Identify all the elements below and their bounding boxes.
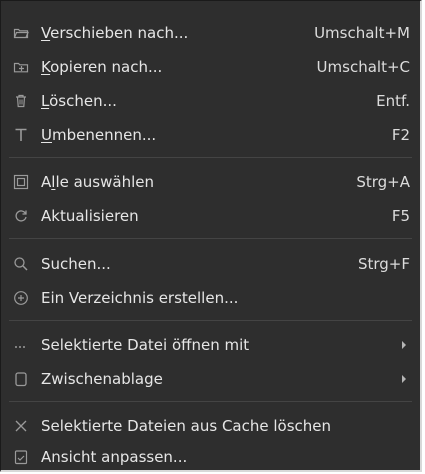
menu-item-delete[interactable]: Löschen... Entf. — [1, 87, 420, 114]
menu-item-select-all[interactable]: Alle auswählen Strg+A — [1, 168, 420, 195]
submenu-arrow-icon — [402, 374, 406, 383]
ellipsis-icon — [13, 337, 29, 353]
shortcut-label: Umschalt+M — [314, 23, 410, 42]
menu-item-label: Alle auswählen — [41, 172, 154, 191]
menu-item-label: Ansicht anpassen... — [41, 447, 188, 466]
copy-folder-icon — [13, 59, 29, 75]
context-menu: Verschieben nach... Umschalt+M Kopieren … — [0, 0, 422, 472]
menu-separator — [9, 157, 412, 158]
menu-item-label: Kopieren nach... — [41, 57, 163, 76]
text-t-icon — [13, 127, 29, 143]
shortcut-label: Umschalt+C — [316, 57, 410, 76]
shortcut-label: Strg+A — [356, 172, 410, 191]
menu-item-search[interactable]: Suchen... Strg+F — [1, 250, 420, 277]
menu-item-label: Ein Verzeichnis erstellen... — [41, 288, 239, 307]
shortcut-label: Entf. — [376, 91, 410, 110]
submenu-arrow-icon — [402, 340, 406, 349]
trash-icon — [13, 93, 29, 109]
menu-item-copy[interactable]: Kopieren nach... Umschalt+C — [1, 53, 420, 80]
menu-item-remove-from-cache[interactable]: Selektierte Dateien aus Cache löschen — [1, 412, 420, 439]
menu-item-move[interactable]: Verschieben nach... Umschalt+M — [1, 19, 420, 46]
menu-item-rename[interactable]: Umbenennen... F2 — [1, 121, 420, 148]
menu-item-label: Zwischenablage — [41, 369, 163, 388]
menu-separator — [9, 320, 412, 321]
menu-item-new-folder[interactable]: Ein Verzeichnis erstellen... — [1, 284, 420, 311]
plus-circle-icon — [13, 290, 29, 306]
refresh-icon — [13, 208, 29, 224]
shortcut-label: F2 — [391, 125, 410, 144]
menu-item-open-with[interactable]: Selektierte Datei öffnen mit — [1, 331, 420, 358]
clipboard-icon — [13, 371, 29, 387]
shortcut-label: F5 — [391, 206, 410, 225]
menu-item-label: Aktualisieren — [41, 206, 139, 225]
menu-item-label: Selektierte Dateien aus Cache löschen — [41, 416, 332, 435]
menu-item-label: Suchen... — [41, 254, 111, 273]
shortcut-label: Strg+F — [357, 254, 410, 273]
menu-item-label: Löschen... — [41, 91, 117, 110]
menu-item-customize-view[interactable]: Ansicht anpassen... — [1, 443, 420, 470]
menu-separator — [9, 238, 412, 239]
menu-item-label: Verschieben nach... — [41, 23, 189, 42]
menu-separator — [9, 401, 412, 402]
menu-item-label: Umbenennen... — [41, 125, 157, 144]
customize-view-icon — [13, 449, 29, 465]
close-x-icon — [13, 418, 29, 434]
search-icon — [13, 256, 29, 272]
menu-item-clipboard[interactable]: Zwischenablage — [1, 365, 420, 392]
menu-item-refresh[interactable]: Aktualisieren F5 — [1, 202, 420, 229]
folder-open-icon — [13, 25, 29, 41]
menu-item-label: Selektierte Datei öffnen mit — [41, 335, 250, 354]
select-all-icon — [13, 174, 29, 190]
